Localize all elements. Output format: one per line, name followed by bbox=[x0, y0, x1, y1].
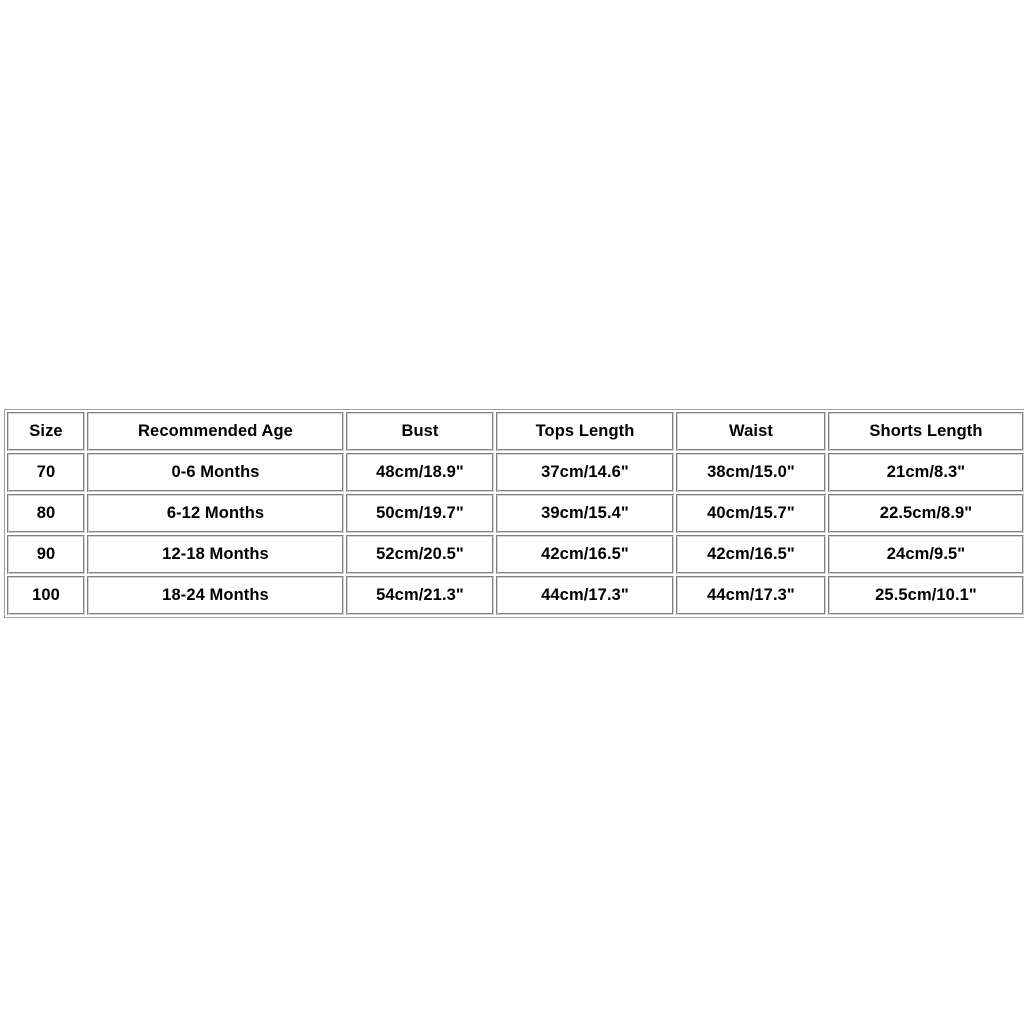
column-header-recommended-age: Recommended Age bbox=[87, 412, 344, 451]
cell-size: 80 bbox=[7, 494, 85, 533]
table-row: 100 18-24 Months 54cm/21.3" 44cm/17.3" 4… bbox=[7, 576, 1024, 615]
cell-tops-length: 44cm/17.3" bbox=[496, 576, 674, 615]
cell-waist: 44cm/17.3" bbox=[676, 576, 826, 615]
cell-bust: 48cm/18.9" bbox=[346, 453, 494, 492]
image-canvas: Size Recommended Age Bust Tops Length Wa… bbox=[0, 0, 1024, 1024]
cell-shorts-length: 22.5cm/8.9" bbox=[828, 494, 1024, 533]
cell-tops-length: 42cm/16.5" bbox=[496, 535, 674, 574]
cell-size: 90 bbox=[7, 535, 85, 574]
column-header-waist: Waist bbox=[676, 412, 826, 451]
column-header-tops-length: Tops Length bbox=[496, 412, 674, 451]
cell-waist: 42cm/16.5" bbox=[676, 535, 826, 574]
table-row: 70 0-6 Months 48cm/18.9" 37cm/14.6" 38cm… bbox=[7, 453, 1024, 492]
cell-waist: 38cm/15.0" bbox=[676, 453, 826, 492]
table-row: 90 12-18 Months 52cm/20.5" 42cm/16.5" 42… bbox=[7, 535, 1024, 574]
column-header-bust: Bust bbox=[346, 412, 494, 451]
table-header-row: Size Recommended Age Bust Tops Length Wa… bbox=[7, 412, 1024, 451]
table-row: 80 6-12 Months 50cm/19.7" 39cm/15.4" 40c… bbox=[7, 494, 1024, 533]
cell-recommended-age: 6-12 Months bbox=[87, 494, 344, 533]
cell-recommended-age: 0-6 Months bbox=[87, 453, 344, 492]
cell-size: 70 bbox=[7, 453, 85, 492]
cell-waist: 40cm/15.7" bbox=[676, 494, 826, 533]
size-chart-container: Size Recommended Age Bust Tops Length Wa… bbox=[4, 409, 1024, 618]
cell-recommended-age: 18-24 Months bbox=[87, 576, 344, 615]
cell-tops-length: 37cm/14.6" bbox=[496, 453, 674, 492]
size-chart-table: Size Recommended Age Bust Tops Length Wa… bbox=[4, 409, 1024, 618]
cell-bust: 50cm/19.7" bbox=[346, 494, 494, 533]
cell-shorts-length: 24cm/9.5" bbox=[828, 535, 1024, 574]
cell-shorts-length: 25.5cm/10.1" bbox=[828, 576, 1024, 615]
column-header-size: Size bbox=[7, 412, 85, 451]
cell-tops-length: 39cm/15.4" bbox=[496, 494, 674, 533]
cell-shorts-length: 21cm/8.3" bbox=[828, 453, 1024, 492]
cell-bust: 52cm/20.5" bbox=[346, 535, 494, 574]
cell-recommended-age: 12-18 Months bbox=[87, 535, 344, 574]
cell-size: 100 bbox=[7, 576, 85, 615]
cell-bust: 54cm/21.3" bbox=[346, 576, 494, 615]
column-header-shorts-length: Shorts Length bbox=[828, 412, 1024, 451]
